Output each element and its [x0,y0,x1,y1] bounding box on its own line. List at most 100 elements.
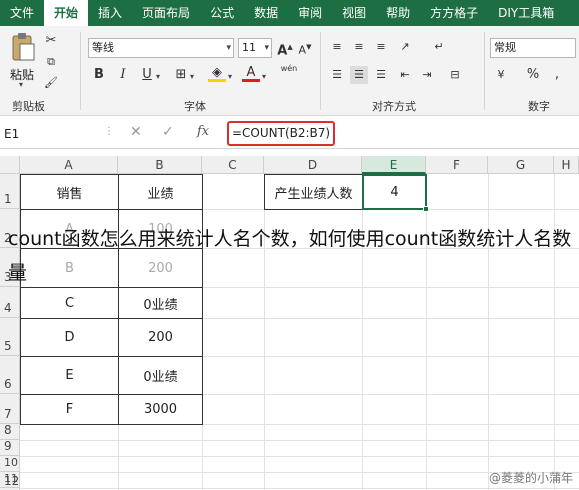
gridline [20,440,579,441]
overlay-caption: count函数怎么用来统计人名个数，如何使用count函数统计人名数量 [8,228,572,284]
formula-bar: E1 ⋮ ✕ ✓ fx =COUNT(B2:B7) [0,117,579,149]
gridline [20,488,579,489]
row-header-5[interactable]: 5 [0,318,20,356]
percent-button[interactable]: % [524,66,542,84]
font-name-value: 等线 [92,41,114,54]
decrease-indent-icon[interactable]: ⇤ [396,66,414,84]
wrap-text-icon[interactable]: ↵ [430,38,448,56]
row-header-4[interactable]: 4 [0,287,20,318]
table-cell[interactable]: E [20,356,119,395]
gridline [20,456,579,457]
shrink-font-icon[interactable]: A▼ [296,38,314,57]
column-header-h[interactable]: H [554,156,579,174]
chevron-down-icon: ▾ [264,43,269,53]
column-header-c[interactable]: C [202,156,264,174]
font-group-label: 字体 [184,100,206,113]
format-painter-icon[interactable]: 🖌 [42,74,60,92]
select-all-corner[interactable] [0,156,20,174]
italic-button[interactable]: I [114,66,132,84]
table-cell[interactable]: 200 [118,318,203,357]
row-header-1[interactable]: 1 [0,174,20,209]
table-cell[interactable]: 0业绩 [118,356,203,395]
chevron-down-icon[interactable]: ▾ [190,72,194,81]
tab-help[interactable]: 帮助 [376,0,420,26]
header-cell-sales[interactable]: 销售 [20,174,119,210]
tab-fangfang[interactable]: 方方格子 [420,0,488,26]
table-cell[interactable]: C [20,287,119,319]
align-center-icon[interactable]: ☰ [350,66,368,84]
table-cell[interactable]: 0业绩 [118,287,203,319]
borders-icon[interactable]: ⊞ [172,66,190,84]
column-header-d[interactable]: D [264,156,362,174]
more-icon: ⋮ [104,126,114,137]
font-color-icon[interactable]: A [242,64,260,82]
chevron-down-icon[interactable]: ▾ [156,72,160,81]
name-box[interactable]: E1 [2,125,94,143]
result-value-cell[interactable]: 4 [362,174,427,210]
column-header-f[interactable]: F [426,156,488,174]
column-header-b[interactable]: B [118,156,202,174]
confirm-icon[interactable]: ✓ [162,124,174,140]
increase-indent-icon[interactable]: ⇥ [418,66,436,84]
chevron-down-icon[interactable]: ▾ [228,72,232,81]
currency-icon[interactable]: ¥ [492,66,510,84]
table-cell[interactable]: 3000 [118,394,203,425]
column-header-e[interactable]: E [362,156,426,174]
ribbon-body: 粘贴 ▾ ✂ ⧉ 🖌 剪贴板 等线 ▾ 11 ▾ A▲ A▼ B I U ▾ ⊞… [0,26,579,116]
row-header-6[interactable]: 6 [0,356,20,394]
tab-review[interactable]: 审阅 [288,0,332,26]
row-header-7[interactable]: 7 [0,394,20,424]
number-format-value: 常规 [494,41,516,54]
divider [484,32,485,110]
divider [320,32,321,110]
tab-diy-toolbox[interactable]: DIY工具箱 [488,0,564,26]
font-name-select[interactable]: 等线 ▾ [88,38,234,58]
tab-file[interactable]: 文件 [0,0,44,26]
align-right-icon[interactable]: ☰ [372,66,390,84]
comma-button[interactable]: , [548,66,566,84]
alignment-group-label: 对齐方式 [372,100,416,113]
tab-formulas[interactable]: 公式 [200,0,244,26]
number-format-select[interactable]: 常规 [490,38,576,58]
bold-button[interactable]: B [90,66,108,84]
cut-icon[interactable]: ✂ [42,32,60,50]
ribbon-tabs: 文件 开始 插入 页面布局 公式 数据 审阅 视图 帮助 方方格子 DIY工具箱 [0,0,579,26]
font-size-select[interactable]: 11 ▾ [238,38,272,58]
tab-home[interactable]: 开始 [44,0,89,26]
tab-insert[interactable]: 插入 [88,0,132,26]
fill-color-icon[interactable]: ◈ [208,64,226,82]
row-header-9[interactable]: 9 [0,439,20,456]
paste-button[interactable]: 粘贴 ▾ [8,32,38,89]
column-header-g[interactable]: G [488,156,554,174]
row-header-10[interactable]: 10 [0,456,20,472]
row-header-8[interactable]: 8 [0,423,20,440]
insert-function-icon[interactable]: fx [197,124,209,139]
worksheet-grid[interactable]: A B C D E F G H 1 2 3 4 5 6 7 8 9 10 11 … [0,150,579,490]
tab-view[interactable]: 视图 [332,0,376,26]
underline-button[interactable]: U [138,66,156,84]
chevron-down-icon: ▾ [226,43,231,53]
divider [80,32,81,110]
formula-input[interactable]: =COUNT(B2:B7) [227,121,335,146]
column-header-a[interactable]: A [20,156,118,174]
orientation-icon[interactable]: ↗ [396,38,414,56]
cancel-icon[interactable]: ✕ [130,124,142,140]
align-bottom-icon[interactable]: ≡ [372,38,390,56]
result-label-cell[interactable]: 产生业绩人数 [264,174,363,210]
grow-font-icon[interactable]: A▲ [276,38,294,58]
fill-handle[interactable] [423,206,429,212]
copy-icon[interactable]: ⧉ [42,53,60,71]
watermark: @菱菱的小蒲年 [488,471,573,485]
header-cell-performance[interactable]: 业绩 [118,174,203,210]
merge-center-icon[interactable]: ⊟ [446,66,464,84]
align-top-icon[interactable]: ≡ [328,38,346,56]
clipboard-group-label: 剪贴板 [12,100,45,113]
table-cell[interactable]: D [20,318,119,357]
align-middle-icon[interactable]: ≡ [350,38,368,56]
align-left-icon[interactable]: ☰ [328,66,346,84]
table-cell[interactable]: F [20,394,119,425]
chevron-down-icon[interactable]: ▾ [262,72,266,81]
tab-data[interactable]: 数据 [244,0,288,26]
phonetic-icon[interactable]: wén [280,64,298,82]
tab-page-layout[interactable]: 页面布局 [132,0,200,26]
